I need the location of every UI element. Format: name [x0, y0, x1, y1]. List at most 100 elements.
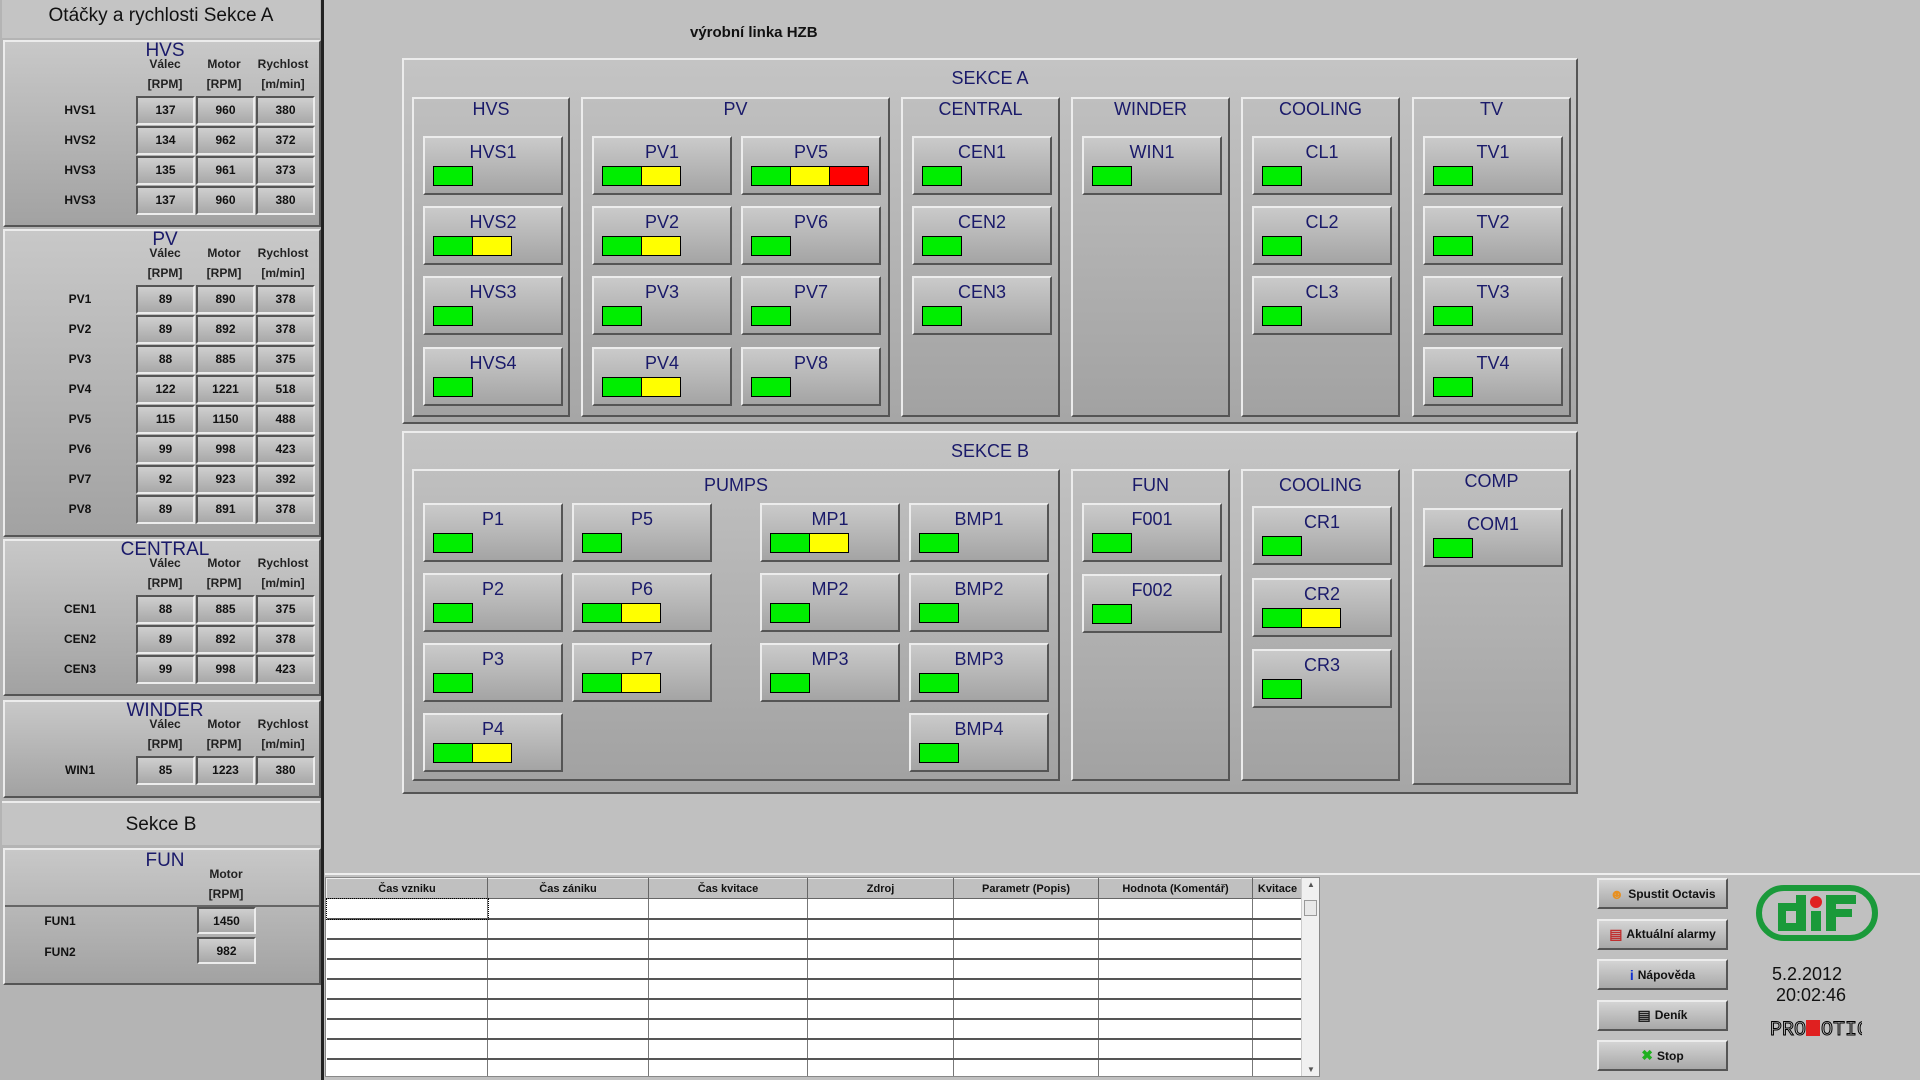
machine-button-f002[interactable]: F002: [1082, 574, 1222, 633]
machine-button-bmp1[interactable]: BMP1: [909, 503, 1049, 562]
machine-button-pv1[interactable]: PV1: [592, 136, 732, 195]
scroll-down-icon[interactable]: ▼: [1302, 1065, 1319, 1074]
machine-button-cr2[interactable]: CR2: [1252, 578, 1392, 637]
alarm-cell[interactable]: [953, 998, 1099, 1020]
alarm-cell[interactable]: [1252, 1018, 1303, 1040]
alarm-cell[interactable]: [648, 1018, 808, 1040]
alarm-cell[interactable]: [648, 898, 808, 920]
alarm-cell[interactable]: [807, 918, 954, 940]
alarm-scrollbar[interactable]: ▲ ▼: [1301, 878, 1319, 1076]
alarm-cell[interactable]: [1252, 1038, 1303, 1060]
alarm-cell[interactable]: [1098, 978, 1253, 1000]
machine-button-pv3[interactable]: PV3: [592, 276, 732, 335]
machine-button-bmp2[interactable]: BMP2: [909, 573, 1049, 632]
alarm-cell[interactable]: [953, 958, 1099, 980]
alarm-cell[interactable]: [1252, 898, 1303, 920]
alarm-cell[interactable]: [953, 1058, 1099, 1076]
alarm-cell[interactable]: [326, 1038, 488, 1060]
alarm-column-header[interactable]: Čas kvitace: [648, 878, 808, 899]
alarm-row[interactable]: [326, 938, 1303, 960]
stop-button[interactable]: ✖ Stop: [1597, 1040, 1728, 1071]
alarm-cell[interactable]: [326, 1018, 488, 1040]
alarm-cell[interactable]: [1252, 918, 1303, 940]
alarm-column-header[interactable]: Čas zániku: [487, 878, 649, 899]
machine-button-hvs1[interactable]: HVS1: [423, 136, 563, 195]
alarm-cell[interactable]: [326, 998, 488, 1020]
machine-button-hvs4[interactable]: HVS4: [423, 347, 563, 406]
alarm-cell[interactable]: [1098, 898, 1253, 920]
machine-button-cl2[interactable]: CL2: [1252, 206, 1392, 265]
alarm-cell[interactable]: [326, 938, 488, 960]
alarm-cell[interactable]: [487, 998, 649, 1020]
alarm-column-header[interactable]: Parametr (Popis): [953, 878, 1099, 899]
alarm-cell[interactable]: [953, 918, 1099, 940]
machine-button-cr3[interactable]: CR3: [1252, 649, 1392, 708]
alarm-cell[interactable]: [648, 958, 808, 980]
machine-button-cen2[interactable]: CEN2: [912, 206, 1052, 265]
machine-button-bmp4[interactable]: BMP4: [909, 713, 1049, 772]
machine-button-pv4[interactable]: PV4: [592, 347, 732, 406]
alarm-cell[interactable]: [1098, 1038, 1253, 1060]
machine-button-hvs3[interactable]: HVS3: [423, 276, 563, 335]
machine-button-bmp3[interactable]: BMP3: [909, 643, 1049, 702]
alarm-cell[interactable]: [807, 938, 954, 960]
alarm-cell[interactable]: [1252, 938, 1303, 960]
machine-button-mp2[interactable]: MP2: [760, 573, 900, 632]
machine-button-win1[interactable]: WIN1: [1082, 136, 1222, 195]
scroll-thumb[interactable]: [1304, 900, 1317, 916]
alarm-cell[interactable]: [807, 978, 954, 1000]
alarm-cell[interactable]: [487, 1018, 649, 1040]
alarm-cell[interactable]: [1098, 918, 1253, 940]
machine-button-mp3[interactable]: MP3: [760, 643, 900, 702]
alarm-cell[interactable]: [648, 978, 808, 1000]
alarm-cell[interactable]: [1252, 1058, 1303, 1076]
machine-button-pv7[interactable]: PV7: [741, 276, 881, 335]
alarm-row[interactable]: [326, 1018, 1303, 1040]
nápověda-button[interactable]: i Nápověda: [1597, 959, 1728, 990]
alarm-table[interactable]: Čas vzniku Čas zániku Čas kvitace Zdroj Para…: [325, 877, 1320, 1077]
machine-button-cen1[interactable]: CEN1: [912, 136, 1052, 195]
alarm-cell[interactable]: [807, 1018, 954, 1040]
machine-button-f001[interactable]: F001: [1082, 503, 1222, 562]
alarm-cell[interactable]: [326, 958, 488, 980]
aktuální-alarmy-button[interactable]: ▤ Aktuální alarmy: [1597, 918, 1728, 950]
alarm-cell[interactable]: [648, 1058, 808, 1076]
machine-button-p3[interactable]: P3: [423, 643, 563, 702]
machine-button-hvs2[interactable]: HVS2: [423, 206, 563, 265]
alarm-cell[interactable]: [1098, 958, 1253, 980]
alarm-cell[interactable]: [326, 978, 488, 1000]
alarm-cell[interactable]: [807, 998, 954, 1020]
alarm-row[interactable]: [326, 978, 1303, 1000]
alarm-cell[interactable]: [1098, 998, 1253, 1020]
alarm-cell[interactable]: [487, 918, 649, 940]
alarm-cell[interactable]: [807, 958, 954, 980]
alarm-row[interactable]: [326, 1058, 1303, 1076]
alarm-cell[interactable]: [1252, 978, 1303, 1000]
alarm-cell[interactable]: [953, 978, 1099, 1000]
alarm-cell[interactable]: [487, 958, 649, 980]
machine-button-cl3[interactable]: CL3: [1252, 276, 1392, 335]
machine-button-cr1[interactable]: CR1: [1252, 506, 1392, 565]
alarm-cell[interactable]: [1098, 1018, 1253, 1040]
alarm-cell[interactable]: [1098, 938, 1253, 960]
machine-button-p6[interactable]: P6: [572, 573, 712, 632]
machine-button-pv2[interactable]: PV2: [592, 206, 732, 265]
machine-button-tv3[interactable]: TV3: [1423, 276, 1563, 335]
alarm-cell[interactable]: [326, 1058, 488, 1076]
alarm-cell[interactable]: [487, 898, 649, 920]
alarm-row[interactable]: [326, 918, 1303, 940]
alarm-cell[interactable]: [953, 1018, 1099, 1040]
machine-button-tv2[interactable]: TV2: [1423, 206, 1563, 265]
machine-button-cl1[interactable]: CL1: [1252, 136, 1392, 195]
scroll-up-icon[interactable]: ▲: [1302, 880, 1319, 889]
alarm-cell[interactable]: [648, 1038, 808, 1060]
spustit-octavis-button[interactable]: ☻ Spustit Octavis: [1597, 878, 1728, 909]
alarm-column-header[interactable]: Zdroj: [807, 878, 954, 899]
deník-button[interactable]: ▤ Deník: [1597, 999, 1728, 1031]
machine-button-cen3[interactable]: CEN3: [912, 276, 1052, 335]
machine-button-p5[interactable]: P5: [572, 503, 712, 562]
machine-button-pv6[interactable]: PV6: [741, 206, 881, 265]
alarm-cell[interactable]: [953, 1038, 1099, 1060]
machine-button-mp1[interactable]: MP1: [760, 503, 900, 562]
alarm-row[interactable]: [326, 897, 1303, 920]
